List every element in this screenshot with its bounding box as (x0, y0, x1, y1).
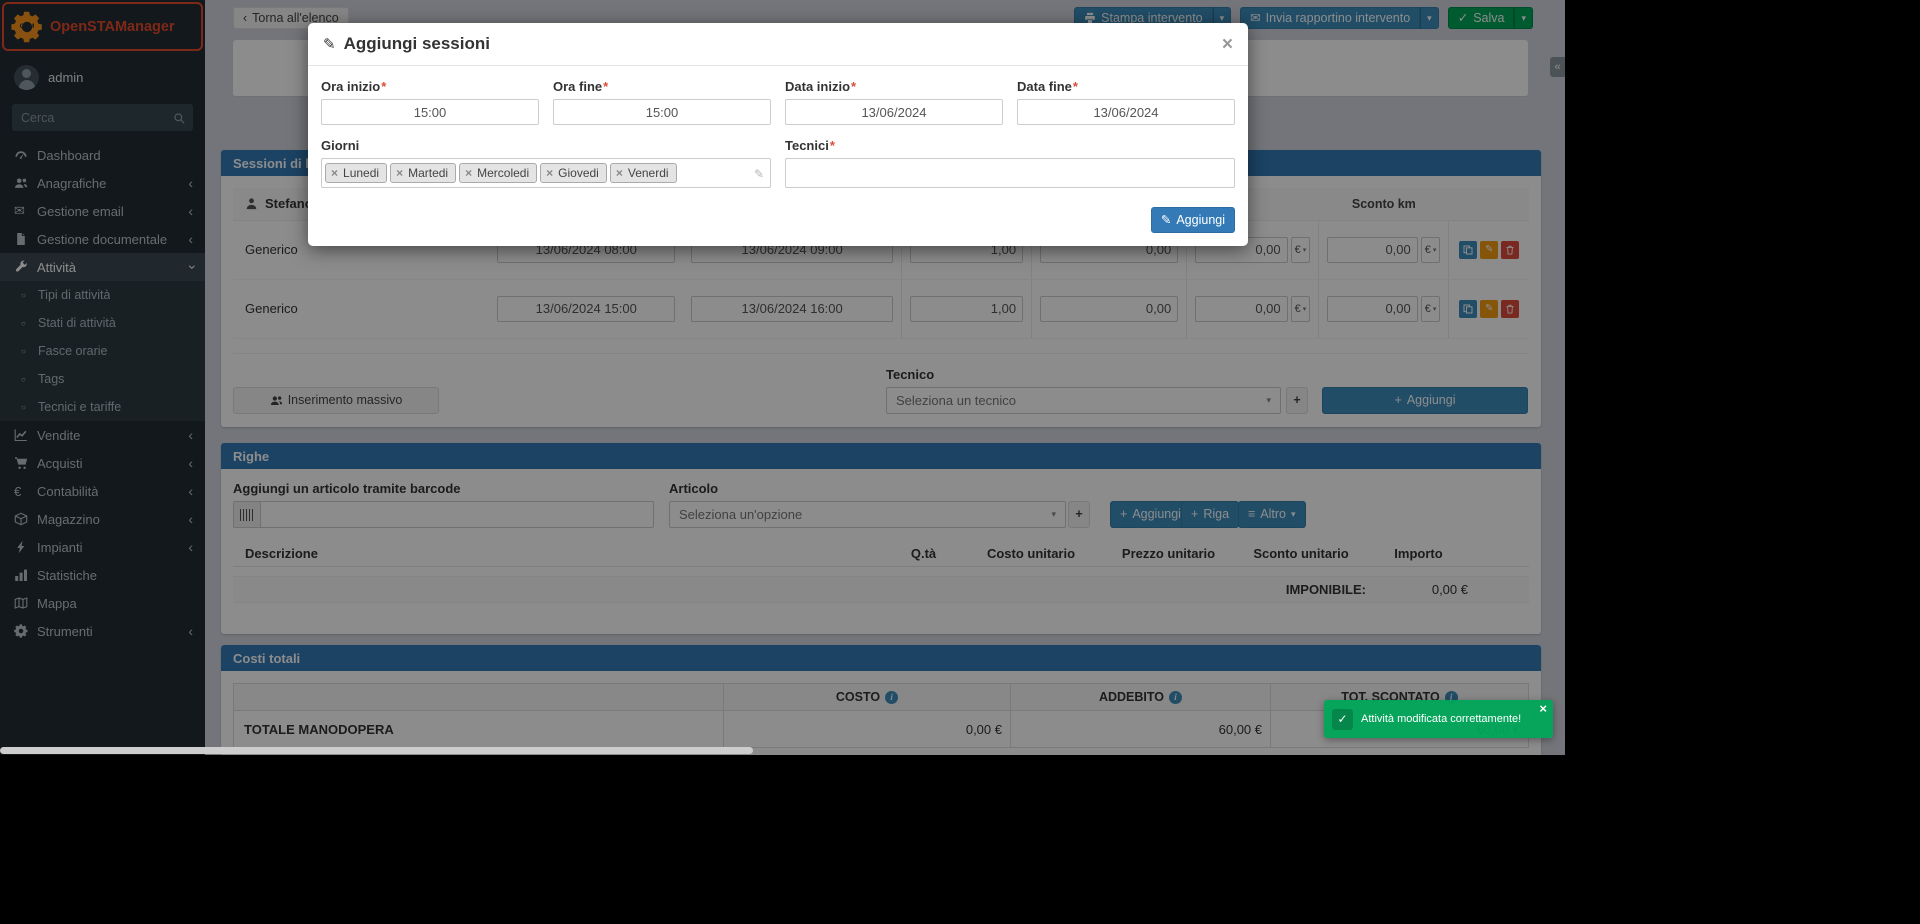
modal-footer: ✎ Aggiungi (308, 201, 1248, 246)
toast-message: Attività modificata correttamente! (1361, 713, 1521, 725)
pencil-icon: ✎ (754, 167, 764, 181)
remove-tag-icon[interactable]: × (616, 167, 623, 179)
required-marker: * (830, 138, 835, 153)
tag-venerdi[interactable]: ×Venerdi (610, 163, 677, 183)
tecnici-field: Tecnici* (785, 138, 1235, 188)
tag-lunedi[interactable]: ×Lunedi (325, 163, 387, 183)
pencil-icon: ✎ (323, 35, 336, 53)
browser-viewport: OSM OpenSTAManager admin Dashboard Anagr… (0, 0, 1565, 755)
modal-aggiungi-button[interactable]: ✎ Aggiungi (1151, 207, 1235, 233)
modal-title: Aggiungi sessioni (344, 34, 490, 54)
scrollbar-thumb[interactable] (0, 747, 753, 754)
ora-fine-label: Ora fine* (553, 79, 771, 94)
ora-inizio-field: Ora inizio* (321, 79, 539, 125)
data-fine-input[interactable] (1017, 99, 1235, 125)
remove-tag-icon[interactable]: × (396, 167, 403, 179)
giorni-field: Giorni ×Lunedi ×Martedi ×Mercoledi ×Giov… (321, 138, 771, 188)
modal-form-row-2: Giorni ×Lunedi ×Martedi ×Mercoledi ×Giov… (321, 138, 1235, 188)
add-sessions-modal: ✎ Aggiungi sessioni × Ora inizio* Ora fi… (308, 23, 1248, 246)
ora-fine-field: Ora fine* (553, 79, 771, 125)
tag-martedi[interactable]: ×Martedi (390, 163, 456, 183)
giorni-multiselect[interactable]: ×Lunedi ×Martedi ×Mercoledi ×Giovedi ×Ve… (321, 158, 771, 188)
toast-notification: ✓ Attività modificata correttamente! × (1324, 700, 1553, 738)
required-marker: * (603, 79, 608, 94)
tag-mercoledi[interactable]: ×Mercoledi (459, 163, 537, 183)
check-icon: ✓ (1332, 709, 1353, 730)
tecnici-label: Tecnici* (785, 138, 1235, 153)
modal-header: ✎ Aggiungi sessioni × (308, 23, 1248, 66)
data-fine-field: Data fine* (1017, 79, 1235, 125)
giorni-label: Giorni (321, 138, 771, 153)
modal-body: Ora inizio* Ora fine* Data inizio* Data … (308, 66, 1248, 201)
pencil-icon: ✎ (1161, 212, 1171, 228)
remove-tag-icon[interactable]: × (546, 167, 553, 179)
ora-inizio-input[interactable] (321, 99, 539, 125)
required-marker: * (381, 79, 386, 94)
remove-tag-icon[interactable]: × (465, 167, 472, 179)
data-inizio-input[interactable] (785, 99, 1003, 125)
remove-tag-icon[interactable]: × (331, 167, 338, 179)
toast-close-icon[interactable]: × (1539, 702, 1547, 715)
data-inizio-label: Data inizio* (785, 79, 1003, 94)
modal-aggiungi-label: Aggiungi (1176, 212, 1225, 228)
data-inizio-field: Data inizio* (785, 79, 1003, 125)
data-fine-label: Data fine* (1017, 79, 1235, 94)
modal-form-row-1: Ora inizio* Ora fine* Data inizio* Data … (321, 79, 1235, 125)
required-marker: * (851, 79, 856, 94)
required-marker: * (1073, 79, 1078, 94)
modal-close-icon[interactable]: × (1222, 35, 1233, 54)
tecnici-multiselect[interactable] (785, 158, 1235, 188)
ora-fine-input[interactable] (553, 99, 771, 125)
tag-giovedi[interactable]: ×Giovedi (540, 163, 607, 183)
ora-inizio-label: Ora inizio* (321, 79, 539, 94)
horizontal-scrollbar[interactable] (0, 746, 1565, 755)
